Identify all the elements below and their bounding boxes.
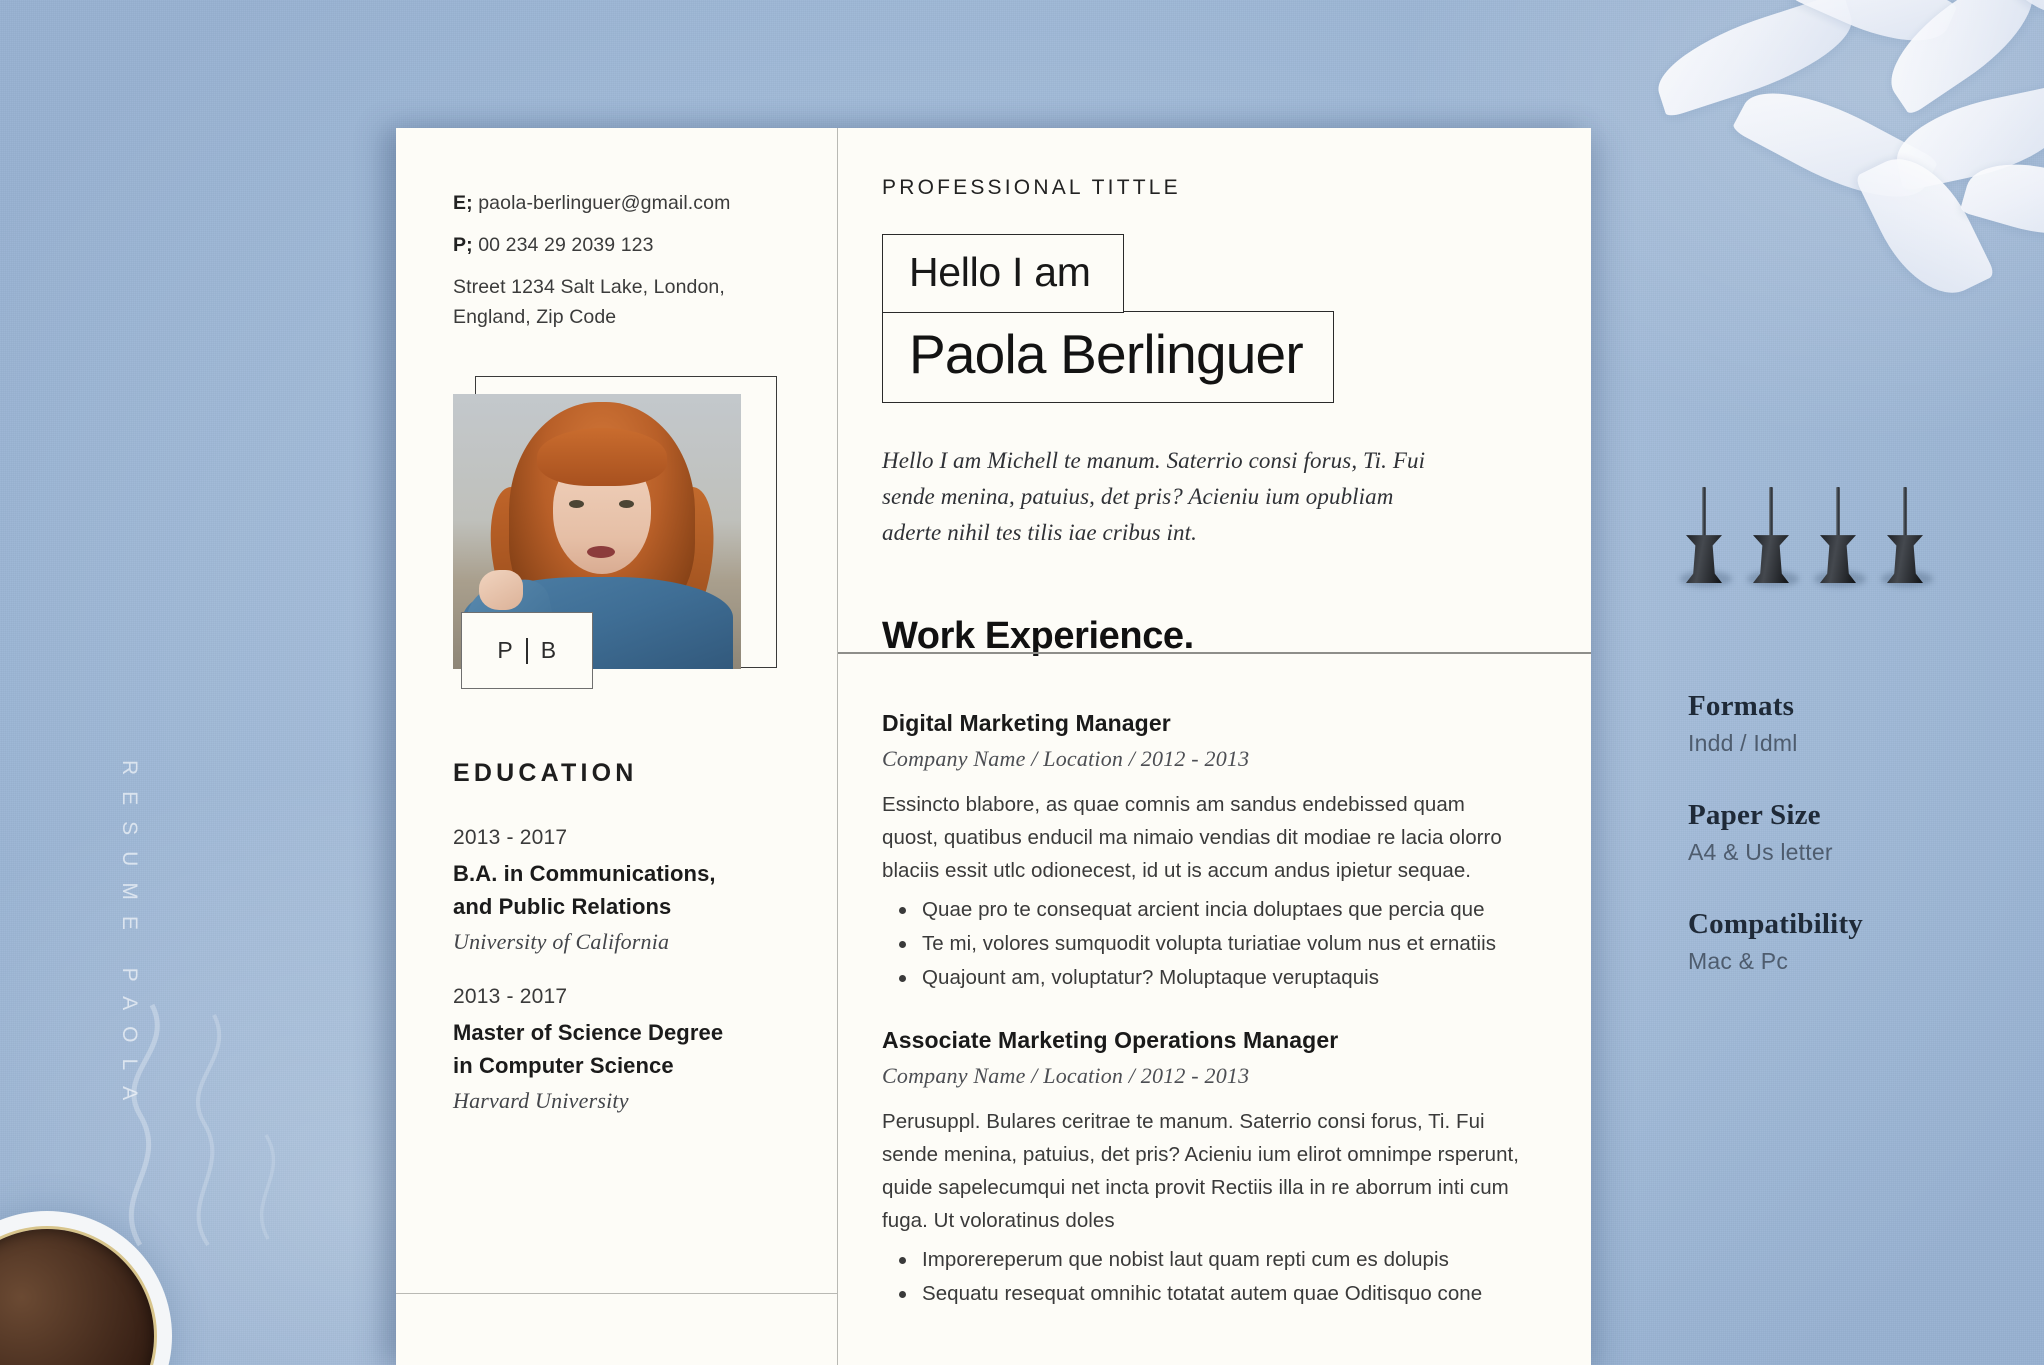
monogram-right-letter: B [540, 637, 557, 663]
job-meta: Company Name / Location / 2012 - 2013 [882, 746, 1250, 771]
contact-phone-label: P; [453, 234, 473, 256]
contact-phone-value: 00 234 29 2039 123 [478, 234, 654, 256]
education-item: 2013 - 2017 B.A. in Communications, and … [453, 826, 797, 955]
profile-photo-block: P B [453, 376, 777, 689]
greeting-box: Hello I am [882, 234, 1124, 313]
education-date: 2013 - 2017 [453, 826, 568, 849]
info-group-compatibility: Compatibility Mac & Pc [1688, 908, 1988, 975]
resume-header: PROFESSIONAL TITTLE Hello I am Paola Ber… [838, 128, 1591, 654]
job-description: Essincto blabore, as quae comnis am sand… [882, 793, 1502, 882]
info-value-compatibility: Mac & Pc [1688, 948, 1789, 974]
resume-left-column: E; paola-berlinguer@gmail.com P; 00 234 … [396, 128, 838, 1365]
info-group-paper-size: Paper Size A4 & Us letter [1688, 799, 1988, 866]
pushpin-icon [1814, 487, 1866, 587]
education-school: Harvard University [453, 1088, 629, 1113]
monogram-badge: P B [461, 612, 593, 689]
education-degree-line-1: B.A. in Communications, [453, 861, 716, 886]
job-entry: Digital Marketing Manager Company Name /… [882, 710, 1521, 995]
pushpin-group [1680, 487, 1933, 587]
work-experience-section: Work Experience. Digital Marketing Manag… [838, 551, 1591, 1311]
greeting-text: Hello I am [909, 249, 1091, 295]
education-degree-line-1: Master of Science Degree [453, 1020, 724, 1045]
contact-block: E; paola-berlinguer@gmail.com P; 00 234 … [396, 170, 837, 332]
vertical-watermark: RESUME PAOLA [118, 760, 141, 1117]
job-title: Digital Marketing Manager [882, 710, 1171, 736]
info-title-paper-size: Paper Size [1688, 799, 1821, 831]
info-title-formats: Formats [1688, 690, 1795, 722]
monogram-left-letter: P [497, 637, 514, 663]
education-school: University of California [453, 929, 670, 954]
education-degree-line-2: and Public Relations [453, 894, 672, 919]
contact-email-label: E; [453, 192, 473, 214]
job-bullet-list: Imporereperum que nobist laut quam repti… [882, 1243, 1521, 1311]
professional-title: PROFESSIONAL TITTLE [882, 176, 1181, 199]
template-info-panel: Formats Indd / Idml Paper Size A4 & Us l… [1688, 690, 1988, 1017]
contact-address-line-1: Street 1234 Salt Lake, London, [453, 276, 725, 298]
pushpin-icon [1680, 487, 1732, 587]
education-degree: Master of Science Degree in Computer Sci… [453, 1016, 797, 1082]
job-bullet: Te mi, volores sumquodit volupta turiati… [882, 927, 1521, 961]
resume-page: E; paola-berlinguer@gmail.com P; 00 234 … [396, 128, 1591, 1365]
info-value-paper-size: A4 & Us letter [1688, 839, 1833, 865]
info-title-compatibility: Compatibility [1688, 908, 1863, 940]
job-bullet: Quajount am, voluptatur? Moluptaque veru… [882, 961, 1521, 995]
job-bullet: Imporereperum que nobist laut quam repti… [882, 1243, 1521, 1277]
education-item: 2013 - 2017 Master of Science Degree in … [453, 985, 797, 1114]
pushpin-icon [1881, 487, 1933, 587]
pushpin-icon [1747, 487, 1799, 587]
intro-paragraph: Hello I am Michell te manum. Saterrio co… [882, 448, 1426, 545]
job-bullet: Quae pro te consequat arcient incia dolu… [882, 893, 1521, 927]
job-bullet-list: Quae pro te consequat arcient incia dolu… [882, 893, 1521, 995]
monogram-divider [526, 637, 528, 664]
contact-phone-line: P; 00 234 29 2039 123 [453, 230, 797, 260]
education-section: EDUCATION 2013 - 2017 B.A. in Communicat… [396, 689, 837, 1114]
job-title: Associate Marketing Operations Manager [882, 1027, 1339, 1053]
header-divider [838, 652, 1591, 654]
job-meta: Company Name / Location / 2012 - 2013 [882, 1063, 1250, 1088]
resume-right-column: PROFESSIONAL TITTLE Hello I am Paola Ber… [838, 128, 1591, 1365]
education-degree: B.A. in Communications, and Public Relat… [453, 857, 797, 923]
education-degree-line-2: in Computer Science [453, 1053, 674, 1078]
education-heading: EDUCATION [453, 759, 638, 787]
contact-email-value: paola-berlinguer@gmail.com [478, 192, 731, 214]
contact-email-line: E; paola-berlinguer@gmail.com [453, 188, 797, 218]
job-bullet: Sequatu resequat omnihic totatat autem q… [882, 1277, 1521, 1311]
info-value-formats: Indd / Idml [1688, 730, 1798, 756]
info-group-formats: Formats Indd / Idml [1688, 690, 1988, 757]
contact-address-line-2: England, Zip Code [453, 306, 617, 328]
name-box: Paola Berlinguer [882, 311, 1334, 403]
job-entry: Associate Marketing Operations Manager C… [882, 1027, 1521, 1311]
education-date: 2013 - 2017 [453, 985, 568, 1008]
full-name-text: Paola Berlinguer [909, 323, 1304, 385]
left-column-divider [396, 1293, 837, 1294]
job-description: Perusuppl. Bulares ceritrae te manum. Sa… [882, 1110, 1520, 1232]
